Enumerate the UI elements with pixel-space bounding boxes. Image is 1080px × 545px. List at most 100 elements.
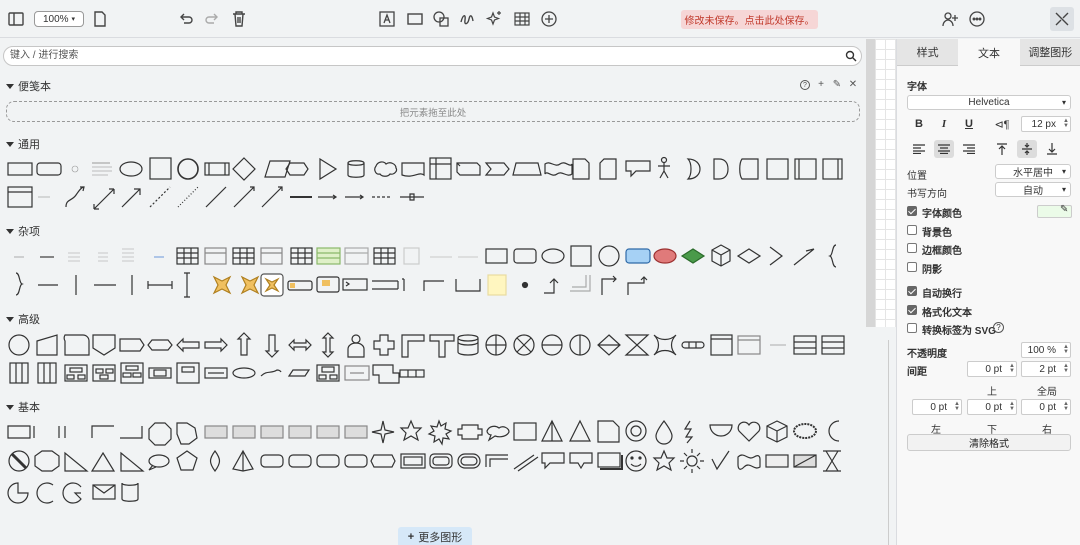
basic-shapes-row-2[interactable] <box>8 449 841 473</box>
help-icon[interactable]: ? <box>993 322 1004 333</box>
shape-library <box>7 156 845 504</box>
more-icon[interactable] <box>967 8 987 30</box>
zoom-select[interactable]: 100% ▾ <box>34 11 84 27</box>
undo-icon[interactable] <box>176 8 196 30</box>
sparkle-icon[interactable] <box>484 8 504 30</box>
background-color-checkbox[interactable] <box>907 225 917 235</box>
position-value: 水平居中 <box>1013 168 1053 179</box>
spacing-global-value: 2 pt <box>1039 363 1056 375</box>
border-color-checkbox[interactable] <box>907 243 917 253</box>
align-center-icon[interactable] <box>934 140 954 158</box>
zoom-value: 100% <box>42 13 69 25</box>
formatted-text-checkbox[interactable] <box>907 305 917 315</box>
page-icon[interactable] <box>90 8 110 30</box>
font-size-input[interactable]: 12 px ▲ ▼ <box>1021 116 1071 132</box>
format-tabs: 样式 文本 调整图形 <box>897 39 1080 66</box>
stepper-icon[interactable]: ▲ ▼ <box>1063 344 1069 355</box>
stepper-icon[interactable]: ▲ ▼ <box>1009 363 1015 374</box>
spacing-right-input[interactable]: 0 pt ▲ ▼ <box>1021 399 1071 415</box>
chevron-down-icon: ▾ <box>1061 98 1066 107</box>
format-panel-icon[interactable] <box>1050 7 1074 31</box>
spacing-global-label: 全局 <box>1037 387 1057 398</box>
sidebar-scrollbar[interactable] <box>866 39 875 327</box>
general-shapes-row-2[interactable] <box>7 186 424 210</box>
shadow-checkbox[interactable] <box>907 262 917 272</box>
writing-direction-select[interactable]: 自动 ▾ <box>995 182 1071 197</box>
align-top-icon[interactable] <box>992 140 1012 158</box>
writing-direction-label: 书写方向 <box>907 189 947 200</box>
spacing-bottom-input[interactable]: 0 pt ▲ ▼ <box>967 399 1017 415</box>
table-icon[interactable] <box>512 8 532 30</box>
font-family-select[interactable]: Helvetica ▾ <box>907 95 1071 110</box>
general-shapes-row-1[interactable] <box>7 156 843 181</box>
stepper-icon[interactable]: ▲ ▼ <box>1063 401 1069 412</box>
chevron-down-icon: ▾ <box>71 16 76 23</box>
font-color-checkbox[interactable] <box>907 206 917 216</box>
more-shapes-label: 更多图形 <box>418 532 463 544</box>
position-select[interactable]: 水平居中 ▾ <box>995 164 1071 179</box>
redo-icon[interactable] <box>202 8 222 30</box>
label-svg-checkbox[interactable] <box>907 323 917 333</box>
basic-shapes-row-1[interactable] <box>7 419 840 446</box>
font-label: 字体 <box>907 82 927 93</box>
text-icon[interactable] <box>377 8 397 30</box>
underline-button[interactable]: U <box>959 115 979 133</box>
word-wrap-label: 自动换行 <box>922 289 962 300</box>
word-wrap-checkbox[interactable] <box>907 286 917 296</box>
tab-style[interactable]: 样式 <box>897 39 959 66</box>
rectangle-icon[interactable] <box>405 8 425 30</box>
align-right-icon[interactable] <box>959 140 979 158</box>
chevron-down-icon: ▾ <box>1061 185 1066 194</box>
spacing-global-input[interactable]: 2 pt ▲ ▼ <box>1021 361 1071 377</box>
text-direction-icon[interactable]: ⊲¶ <box>992 115 1012 133</box>
misc-shapes-row-1[interactable] <box>14 244 837 268</box>
tab-arrange[interactable]: 调整图形 <box>1019 39 1080 66</box>
opacity-input[interactable]: 100 % ▲ ▼ <box>1021 342 1071 358</box>
canvas-scrollbar[interactable] <box>888 340 889 545</box>
plus-icon: + <box>407 531 415 543</box>
advanced-shapes-row-1[interactable] <box>8 332 845 358</box>
diagram-canvas[interactable] <box>875 39 896 327</box>
more-shapes-button[interactable]: + 更多图形 <box>398 527 472 545</box>
misc-shapes-row-2[interactable] <box>15 272 648 298</box>
spacing-left-value: 0 pt <box>930 401 947 413</box>
italic-button[interactable]: I <box>934 115 954 133</box>
font-color-label: 字体颜色 <box>922 209 962 220</box>
position-label: 位置 <box>907 171 927 182</box>
freehand-icon[interactable] <box>457 8 477 30</box>
label-svg-label: 转换标签为 SVG <box>922 326 996 337</box>
bold-button[interactable]: B <box>909 115 929 133</box>
shapes-icon[interactable] <box>431 8 451 30</box>
eyedropper-icon[interactable]: ✎ <box>1060 204 1068 215</box>
spacing-label: 间距 <box>907 367 927 378</box>
writing-direction-value: 自动 <box>1023 186 1043 197</box>
insert-icon[interactable] <box>539 8 559 30</box>
format-panel: 样式 文本 调整图形 字体 Helvetica ▾ B I U ⊲¶ 12 px ▲… <box>896 39 1080 545</box>
align-bottom-icon[interactable] <box>1042 140 1062 158</box>
spacing-left-input[interactable]: 0 pt ▲ ▼ <box>912 399 962 415</box>
spacing-top-input[interactable]: 0 pt ▲ ▼ <box>967 361 1017 377</box>
unsaved-notice[interactable]: 修改未保存。点击此处保存。 <box>681 10 818 29</box>
align-left-icon[interactable] <box>909 140 929 158</box>
advanced-shapes-row-2[interactable] <box>9 362 425 384</box>
stepper-icon[interactable]: ▲ ▼ <box>1063 118 1069 129</box>
stepper-icon[interactable]: ▲ ▼ <box>1063 363 1069 374</box>
shapes-sidebar: 键入 / 进行搜索 便笺本 ? + ✎ ✕ 把元素拖至此处 通用 杂项 高级 基… <box>0 39 868 545</box>
clear-format-button[interactable]: 清除格式 <box>907 434 1071 451</box>
chevron-down-icon: ▾ <box>1061 167 1066 176</box>
basic-shapes-row-3[interactable] <box>7 482 139 504</box>
font-size-value: 12 px <box>1031 118 1056 130</box>
stepper-icon[interactable]: ▲ ▼ <box>954 401 960 412</box>
align-middle-icon[interactable] <box>1017 140 1037 158</box>
delete-icon[interactable] <box>229 8 249 30</box>
sidebar-toggle-icon[interactable] <box>6 8 26 30</box>
shadow-label: 阴影 <box>922 265 942 276</box>
share-user-icon[interactable] <box>940 8 960 30</box>
spacing-top-value: 0 pt <box>985 363 1002 375</box>
font-family-value: Helvetica <box>968 97 1010 108</box>
spacing-bottom-value: 0 pt <box>985 401 1002 413</box>
spacing-right-value: 0 pt <box>1039 401 1056 413</box>
tab-text[interactable]: 文本 <box>958 39 1020 66</box>
stepper-icon[interactable]: ▲ ▼ <box>1009 401 1015 412</box>
opacity-label: 不透明度 <box>907 349 947 360</box>
